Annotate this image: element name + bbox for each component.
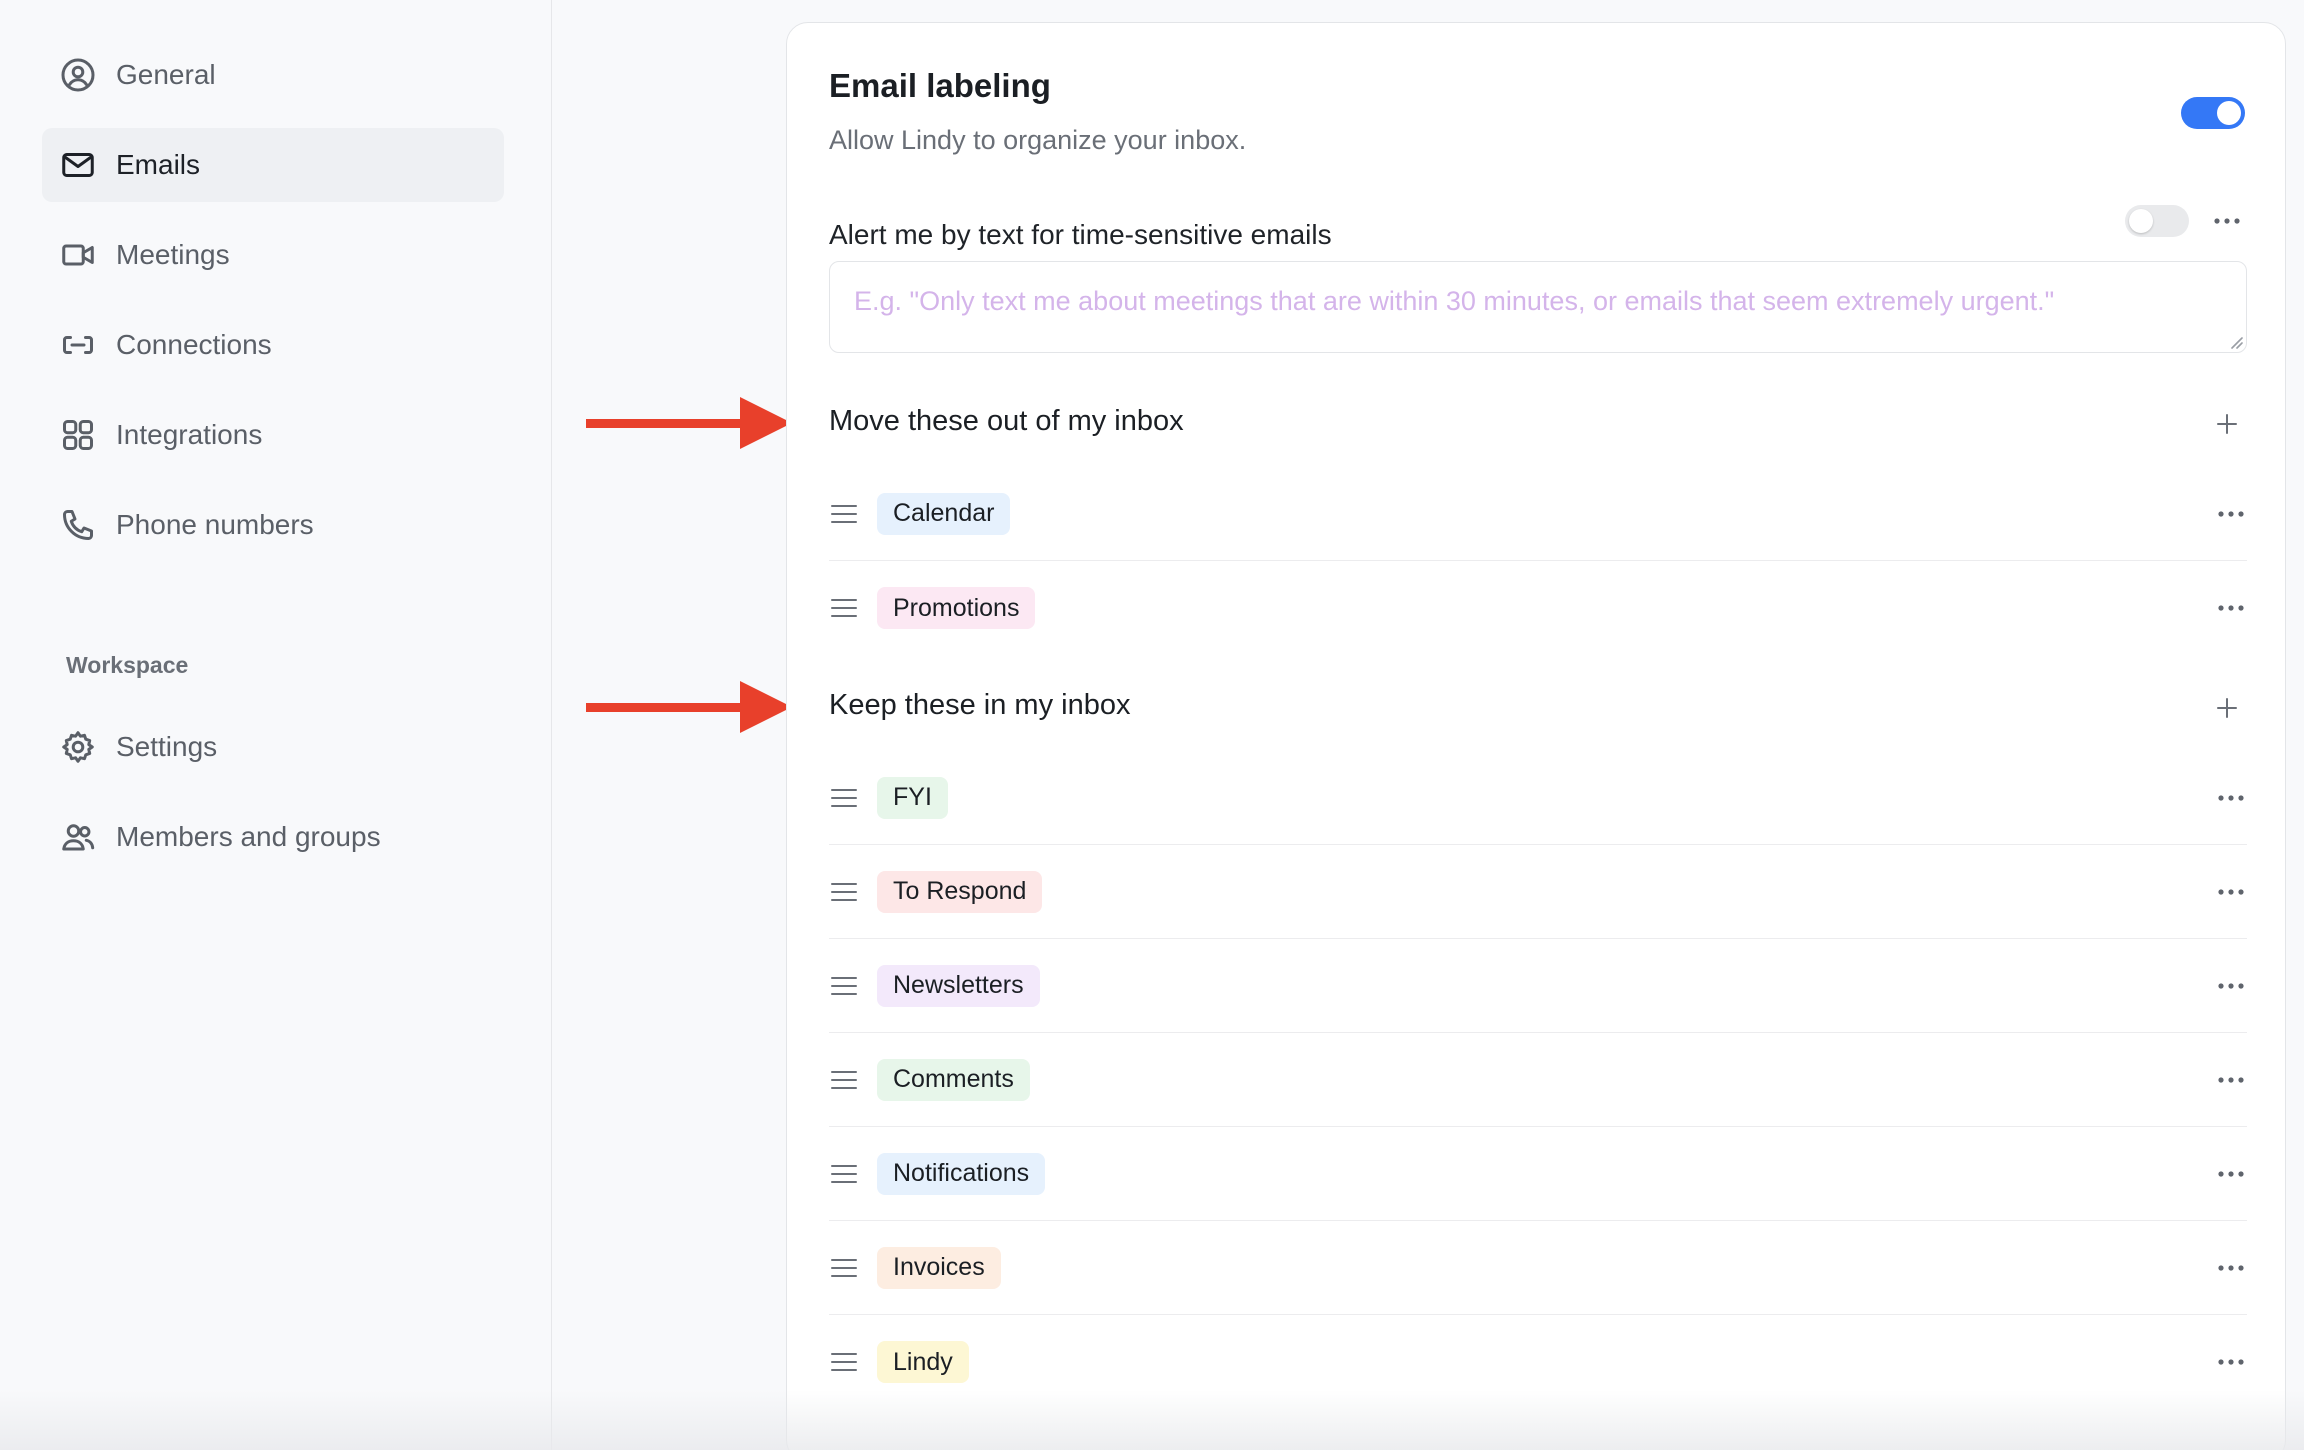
plus-icon [2217,414,2237,434]
alert-instructions-input[interactable] [829,261,2247,353]
label-more-button[interactable] [2213,590,2249,626]
sidebar-item-label: Members and groups [116,821,381,852]
resize-handle-icon[interactable] [2229,335,2243,349]
label-chip: Comments [877,1058,1030,1101]
alert-label: Alert me by text for time-sensitive emai… [829,219,1332,250]
mail-icon [58,145,98,185]
more-icon [2218,1077,2244,1083]
alert-toggle[interactable] [2125,205,2189,237]
label-more-button[interactable] [2213,874,2249,910]
label-chip: Newsletters [877,964,1040,1007]
user-circle-icon [58,55,98,95]
sidebar-item-members-and-groups[interactable]: Members and groups [42,800,504,874]
label-more-button[interactable] [2213,780,2249,816]
sidebar-item-integrations[interactable]: Integrations [42,398,504,472]
sidebar-item-meetings[interactable]: Meetings [42,218,504,292]
more-icon [2218,889,2244,895]
more-icon [2218,1265,2244,1271]
label-row: Calendar [829,467,2247,561]
drag-handle-icon[interactable] [829,1159,859,1189]
alert-more-button[interactable] [2209,203,2245,239]
label-row: FYI [829,751,2247,845]
sidebar-item-emails[interactable]: Emails [42,128,504,202]
label-chip: FYI [877,776,948,819]
more-icon [2218,605,2244,611]
label-chip: Promotions [877,587,1036,629]
sidebar-item-phone-numbers[interactable]: Phone numbers [42,488,504,562]
drag-handle-icon[interactable] [829,1347,859,1377]
label-row: To Respond [829,845,2247,939]
sidebar-item-settings[interactable]: Settings [42,710,504,784]
label-row: Notifications [829,1127,2247,1221]
arrow-annotation-keep-in [586,681,792,733]
label-more-button[interactable] [2213,1344,2249,1380]
drag-handle-icon[interactable] [829,593,859,623]
add-keep-in-label-button[interactable] [2209,690,2245,726]
users-icon [58,817,98,857]
add-move-out-label-button[interactable] [2209,406,2245,442]
more-icon [2218,983,2244,989]
label-row: Comments [829,1033,2247,1127]
more-icon [2214,218,2240,224]
label-more-button[interactable] [2213,496,2249,532]
drag-handle-icon[interactable] [829,783,859,813]
phone-icon [58,505,98,545]
sidebar-item-label: Settings [116,731,218,762]
grid-icon [58,415,98,455]
drag-handle-icon[interactable] [829,971,859,1001]
card-subtitle: Allow Lindy to organize your inbox. [829,125,1247,155]
label-chip: Notifications [877,1152,1046,1195]
email-labeling-card: Email labeling Allow Lindy to organize y… [786,22,2286,1450]
workspace-section-label: Workspace [66,652,189,678]
move-out-heading: Move these out of my inbox [829,405,1184,437]
gear-icon [58,727,98,767]
drag-handle-icon[interactable] [829,499,859,529]
drag-handle-icon[interactable] [829,1253,859,1283]
video-icon [58,235,98,275]
card-title: Email labeling [829,67,1051,104]
plus-icon [2217,698,2237,718]
more-icon [2218,1171,2244,1177]
label-chip: Calendar [877,492,1011,535]
label-row: Lindy [829,1315,2247,1409]
label-more-button[interactable] [2213,1062,2249,1098]
toggle-knob [2217,101,2241,125]
sidebar-item-label: Meetings [116,239,230,270]
drag-handle-icon[interactable] [829,1065,859,1095]
sidebar-item-label: Emails [116,149,201,180]
drag-handle-icon[interactable] [829,877,859,907]
toggle-knob [2129,209,2153,233]
label-chip: Lindy [877,1341,969,1383]
sidebar-item-label: Connections [116,329,272,360]
sidebar: General Emails Meetings Connections Inte… [0,0,552,1450]
label-more-button[interactable] [2213,968,2249,1004]
sidebar-item-label: General [116,59,216,90]
more-icon [2218,1359,2244,1365]
link-icon [58,325,98,365]
sidebar-item-label: Integrations [116,419,263,450]
label-row: Newsletters [829,939,2247,1033]
label-chip: Invoices [877,1246,1001,1289]
sidebar-item-general[interactable]: General [42,38,504,112]
label-more-button[interactable] [2213,1250,2249,1286]
label-row: Promotions [829,561,2247,655]
label-more-button[interactable] [2213,1156,2249,1192]
arrow-annotation-move-out [586,397,792,449]
label-row: Invoices [829,1221,2247,1315]
sidebar-item-label: Phone numbers [116,509,314,540]
more-icon [2218,511,2244,517]
sidebar-item-connections[interactable]: Connections [42,308,504,382]
keep-in-heading: Keep these in my inbox [829,689,1131,721]
email-labeling-toggle[interactable] [2181,97,2245,129]
label-chip: To Respond [877,870,1043,913]
more-icon [2218,795,2244,801]
